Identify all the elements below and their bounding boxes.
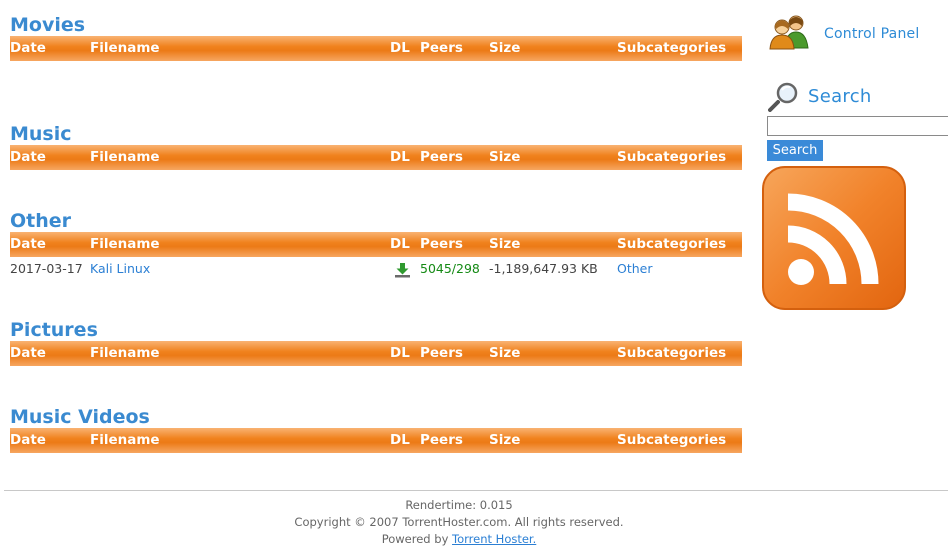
col-date[interactable]: Date — [10, 428, 46, 453]
col-date[interactable]: Date — [10, 36, 46, 61]
section-music: Music Date Filename DL Peers Size Subcat… — [10, 123, 742, 210]
rss-feed-icon[interactable] — [762, 166, 906, 310]
section-title-other: Other — [10, 210, 72, 232]
powered-by-prefix: Powered by — [381, 532, 449, 546]
search-heading-label: Search — [808, 86, 872, 107]
row-filename-link[interactable]: Kali Linux — [90, 261, 150, 276]
col-filename[interactable]: Filename — [90, 36, 160, 61]
row-date: 2017-03-17 — [10, 261, 83, 276]
col-dl: DL — [390, 40, 410, 56]
table-header: Date Filename DL Peers Size Subcategorie… — [10, 428, 742, 453]
col-size[interactable]: Size — [489, 36, 520, 61]
powered-by: Powered by Torrent Hoster. — [4, 531, 914, 548]
copyright: Copyright © 2007 TorrentHoster.com. All … — [294, 515, 624, 529]
col-dl: DL — [390, 345, 410, 361]
col-subcategories: Subcategories — [617, 432, 727, 448]
col-dl: DL — [390, 149, 410, 165]
section-other: Other Date Filename DL Peers Size Subcat… — [10, 210, 742, 319]
col-size[interactable]: Size — [489, 428, 520, 453]
col-peers[interactable]: Peers — [420, 232, 463, 257]
col-subcategories: Subcategories — [617, 149, 727, 165]
control-panel-link[interactable]: Control Panel — [766, 14, 936, 54]
col-peers[interactable]: Peers — [420, 341, 463, 366]
search-heading: Search — [768, 80, 888, 112]
search-input[interactable] — [767, 116, 948, 136]
col-subcategories: Subcategories — [617, 236, 727, 252]
download-arrow-icon[interactable] — [394, 262, 411, 278]
col-dl: DL — [390, 236, 410, 252]
col-size[interactable]: Size — [489, 232, 520, 257]
section-music-videos: Music Videos Date Filename DL Peers Size… — [10, 406, 742, 493]
table-row: 2017-03-17 Kali Linux 5045/298 -1,189,64… — [10, 257, 742, 281]
render-time: Rendertime: 0.015 — [405, 498, 513, 512]
col-filename[interactable]: Filename — [90, 232, 160, 257]
col-date[interactable]: Date — [10, 341, 46, 366]
magnifier-icon — [768, 82, 798, 112]
col-date[interactable]: Date — [10, 145, 46, 170]
col-filename[interactable]: Filename — [90, 145, 160, 170]
section-title-music: Music — [10, 123, 72, 145]
col-subcategories: Subcategories — [617, 345, 727, 361]
table-header: Date Filename DL Peers Size Subcategorie… — [10, 36, 742, 61]
table-header: Date Filename DL Peers Size Subcategorie… — [10, 341, 742, 366]
users-icon — [769, 15, 809, 50]
col-date[interactable]: Date — [10, 232, 46, 257]
control-panel-label: Control Panel — [824, 26, 920, 42]
table-header: Date Filename DL Peers Size Subcategorie… — [10, 232, 742, 257]
row-subcategory-link[interactable]: Other — [617, 261, 653, 276]
col-peers[interactable]: Peers — [420, 145, 463, 170]
section-pictures: Pictures Date Filename DL Peers Size Sub… — [10, 319, 742, 406]
footer-divider — [4, 490, 948, 491]
footer: Rendertime: 0.015 Copyright © 2007 Torre… — [4, 497, 914, 548]
row-size: -1,189,647.93 KB — [489, 261, 598, 276]
section-title-pictures: Pictures — [10, 319, 98, 341]
section-title-movies: Movies — [10, 14, 86, 36]
col-filename[interactable]: Filename — [90, 428, 160, 453]
col-peers[interactable]: Peers — [420, 36, 463, 61]
row-peers: 5045/298 — [420, 261, 480, 276]
col-size[interactable]: Size — [489, 341, 520, 366]
torrent-listing: Movies Date Filename DL Peers Size Subca… — [10, 14, 742, 493]
col-peers[interactable]: Peers — [420, 428, 463, 453]
col-dl: DL — [390, 432, 410, 448]
table-header: Date Filename DL Peers Size Subcategorie… — [10, 145, 742, 170]
section-movies: Movies Date Filename DL Peers Size Subca… — [10, 14, 742, 123]
col-size[interactable]: Size — [489, 145, 520, 170]
search-button[interactable]: Search — [767, 140, 823, 161]
torrent-hoster-link[interactable]: Torrent Hoster. — [452, 532, 536, 546]
col-filename[interactable]: Filename — [90, 341, 160, 366]
section-title-music-videos: Music Videos — [10, 406, 150, 428]
col-subcategories: Subcategories — [617, 40, 727, 56]
